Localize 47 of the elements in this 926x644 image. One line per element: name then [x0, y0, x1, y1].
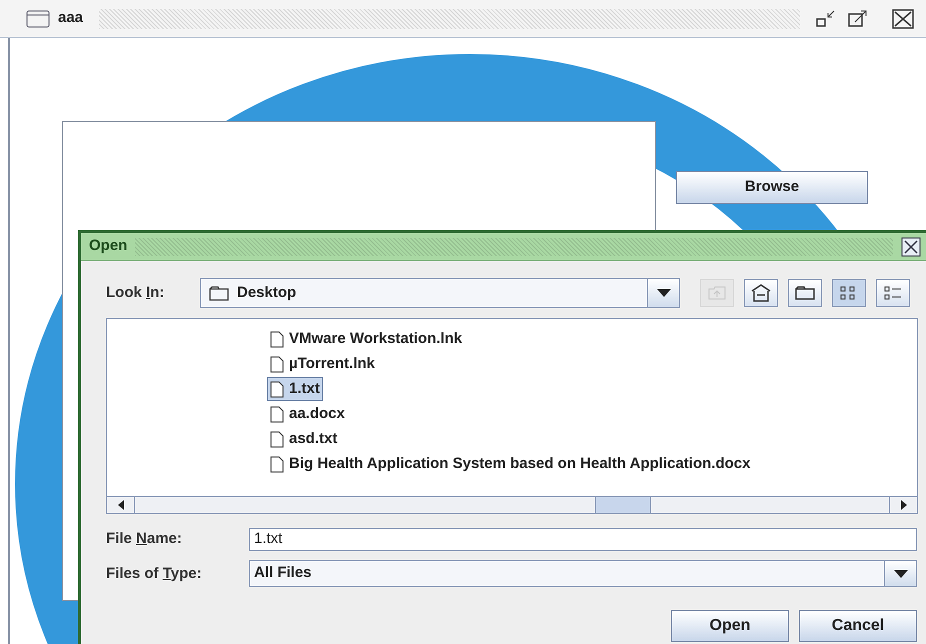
- folder-icon: [209, 286, 229, 300]
- caret-icon: [894, 570, 908, 578]
- home-icon: [751, 284, 771, 302]
- left-arrow-icon[interactable]: [118, 500, 124, 510]
- file-item[interactable]: VMware Workstation.lnk: [267, 327, 466, 351]
- right-arrow-icon[interactable]: [900, 500, 906, 510]
- dialog-button[interactable]: Open: [671, 610, 789, 642]
- scrollbar-thumb[interactable]: [595, 497, 651, 513]
- window-icon: [26, 10, 50, 28]
- dialog-title: Open: [89, 236, 128, 256]
- dropdown-button[interactable]: [647, 279, 679, 307]
- file-item[interactable]: Big Health Application System based on Health Application.docx: [267, 452, 754, 476]
- file-name-label: File Name:: [106, 530, 182, 547]
- toolbar-button[interactable]: [876, 279, 910, 307]
- details-view-icon: [884, 285, 902, 301]
- maximize-icon[interactable]: [848, 10, 868, 28]
- file-item[interactable]: µTorrent.lnk: [267, 352, 378, 376]
- toolbar-button[interactable]: [744, 279, 778, 307]
- window-title: aaa: [58, 8, 84, 28]
- document-icon: [270, 356, 284, 372]
- file-item[interactable]: asd.txt: [267, 427, 340, 451]
- browse-button[interactable]: Browse: [676, 171, 868, 204]
- folder-up-icon: [708, 286, 726, 300]
- file-type-label: Files of Type:: [106, 564, 202, 582]
- document-icon: [270, 430, 284, 448]
- document-icon: [270, 406, 284, 422]
- look-in-label: Look In:: [106, 284, 164, 301]
- look-in-value: Desktop: [237, 282, 298, 303]
- document-icon: [270, 330, 284, 348]
- folder-icon: [795, 286, 815, 300]
- dialog-button[interactable]: Cancel: [799, 610, 917, 642]
- close-icon[interactable]: [892, 8, 914, 28]
- restore-icon[interactable]: [816, 10, 836, 28]
- close-icon[interactable]: [901, 236, 921, 256]
- document-icon: [270, 380, 284, 398]
- toolbar-button[interactable]: [788, 279, 822, 307]
- file-type-value: All Files: [253, 563, 313, 584]
- file-name-field[interactable]: 1.txt: [249, 528, 917, 550]
- caret-icon: [656, 289, 670, 297]
- document-icon: [270, 456, 284, 472]
- dropdown-button[interactable]: [884, 561, 916, 586]
- file-item[interactable]: 1.txt: [267, 377, 323, 401]
- file-item[interactable]: aa.docx: [267, 402, 348, 426]
- file-type-dropdown[interactable]: All Files: [249, 560, 917, 587]
- horizontal-scrollbar[interactable]: [107, 496, 917, 513]
- toolbar-button[interactable]: [832, 279, 866, 307]
- look-in-dropdown[interactable]: Desktop: [200, 278, 680, 308]
